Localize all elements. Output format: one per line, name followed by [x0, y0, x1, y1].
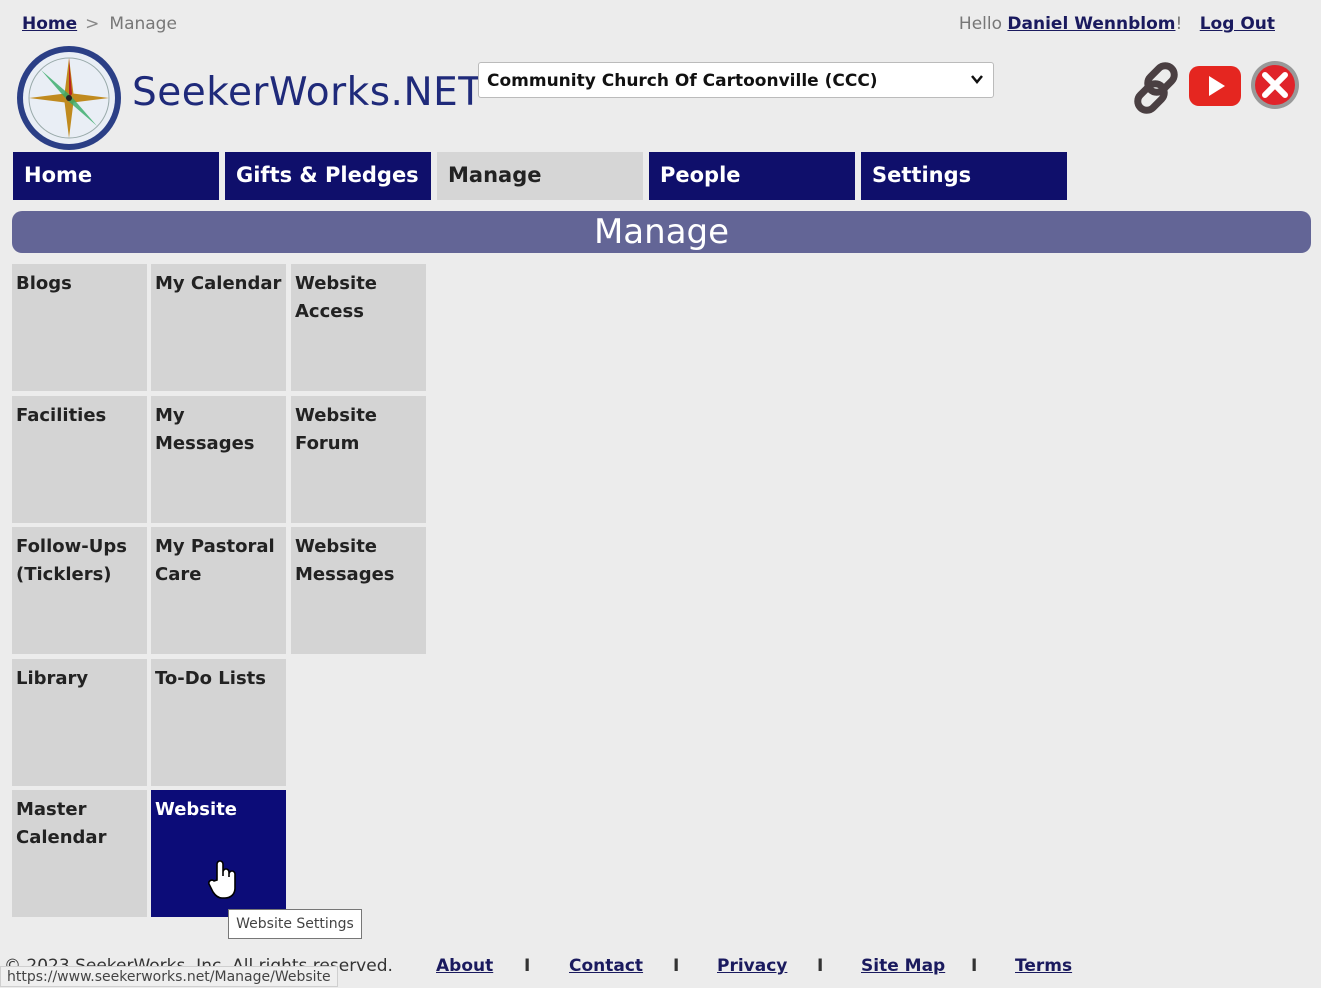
footer-divider: I [673, 956, 680, 976]
organization-selected-value: Community Church Of Cartoonville (CCC) [487, 71, 878, 91]
chevron-down-icon [971, 75, 983, 84]
user-greeting: Hello Daniel Wennblom! Log Out [959, 14, 1275, 34]
brand-name: SeekerWorks.NETTM [132, 70, 517, 115]
greeting-exclaim: ! [1175, 14, 1183, 34]
page-title: Manage [12, 211, 1311, 253]
footer-link-privacy[interactable]: Privacy [717, 956, 787, 976]
browser-status-url: https://www.seekerworks.net/Manage/Websi… [0, 966, 338, 987]
tab-gifts-pledges[interactable]: Gifts & Pledges [225, 152, 431, 200]
tab-manage[interactable]: Manage [437, 152, 643, 200]
organization-select[interactable]: Community Church Of Cartoonville (CCC) [478, 62, 994, 98]
footer-divider: I [524, 956, 531, 976]
link-icon[interactable] [1130, 60, 1186, 116]
tile-website-access[interactable]: Website Access [291, 264, 426, 391]
tile-follow-ups[interactable]: Follow-Ups (Ticklers) [12, 527, 147, 654]
youtube-icon[interactable] [1188, 65, 1242, 107]
breadcrumb-home-link[interactable]: Home [22, 14, 77, 34]
breadcrumb-separator: > [85, 14, 100, 34]
tile-my-calendar[interactable]: My Calendar [151, 264, 286, 391]
close-icon[interactable] [1250, 60, 1300, 110]
tile-website-messages[interactable]: Website Messages [291, 527, 426, 654]
footer-link-contact[interactable]: Contact [569, 956, 643, 976]
tab-home[interactable]: Home [13, 152, 219, 200]
footer-link-terms[interactable]: Terms [1015, 956, 1072, 976]
breadcrumb: Home > Manage [22, 14, 177, 34]
breadcrumb-current: Manage [109, 14, 177, 34]
footer-link-about[interactable]: About [436, 956, 493, 976]
user-name-link[interactable]: Daniel Wennblom [1007, 14, 1175, 34]
tile-facilities[interactable]: Facilities [12, 396, 147, 523]
tab-people[interactable]: People [649, 152, 855, 200]
tile-my-messages[interactable]: My Messages [151, 396, 286, 523]
footer-divider: I [971, 956, 978, 976]
footer-link-site-map[interactable]: Site Map [861, 956, 945, 976]
footer-divider: I [817, 956, 824, 976]
brand-text: SeekerWorks.NET [132, 70, 483, 115]
tab-settings[interactable]: Settings [861, 152, 1067, 200]
compass-logo-icon[interactable] [14, 44, 124, 152]
tile-master-calendar[interactable]: Master Calendar [12, 790, 147, 917]
tile-to-do-lists[interactable]: To-Do Lists [151, 659, 286, 786]
tile-website-forum[interactable]: Website Forum [291, 396, 426, 523]
logout-link[interactable]: Log Out [1200, 14, 1275, 34]
tile-my-pastoral-care[interactable]: My Pastoral Care [151, 527, 286, 654]
tile-library[interactable]: Library [12, 659, 147, 786]
hand-cursor-icon [208, 860, 236, 899]
tile-blogs[interactable]: Blogs [12, 264, 147, 391]
tooltip: Website Settings [228, 909, 362, 939]
greeting-text: Hello [958, 14, 1003, 34]
